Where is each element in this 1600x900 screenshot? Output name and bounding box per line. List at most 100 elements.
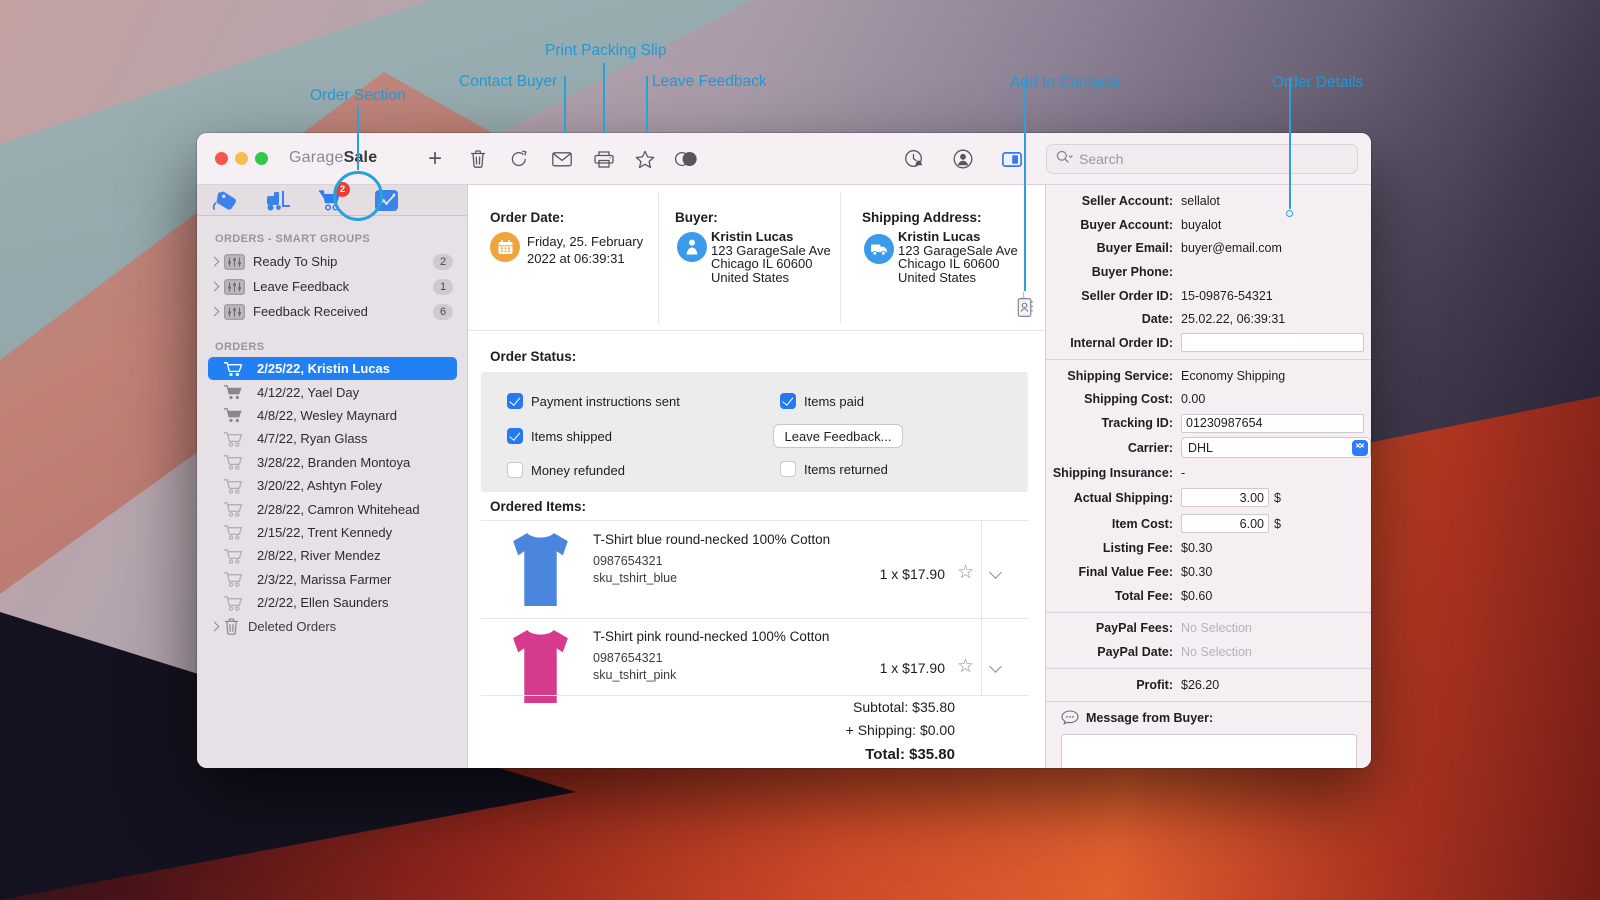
checkbox-checked-icon[interactable]: [507, 428, 523, 444]
item-id: 0987654321: [593, 651, 663, 665]
leave-feedback-button[interactable]: Leave Feedback...: [773, 424, 903, 448]
disclosure-chevron-icon[interactable]: [210, 257, 220, 267]
speech-bubble-icon: [1061, 710, 1079, 725]
order-totals: Subtotal: $35.80 + Shipping: $0.00 Total…: [846, 699, 955, 763]
profit-value: $26.20: [1181, 678, 1219, 692]
paypal-fees-value: No Selection: [1181, 621, 1252, 635]
checkbox-items-paid[interactable]: Items paid: [780, 393, 864, 409]
minimize-window-button[interactable]: [235, 152, 248, 165]
annotation-print-packing-slip: Print Packing Slip: [545, 42, 666, 60]
divider: [481, 695, 1028, 696]
actual-shipping-input[interactable]: [1181, 488, 1269, 507]
down-arrow-icon: ↓: [1020, 287, 1027, 302]
carrier-select[interactable]: DHL: [1181, 437, 1371, 458]
expand-chevron-icon[interactable]: [989, 566, 1002, 579]
shipping-address: Kristin Lucas 123 GarageSale Ave Chicago…: [898, 230, 1018, 284]
toggle-flags-icon[interactable]: [671, 146, 701, 172]
tracking-id-input[interactable]: [1181, 414, 1364, 433]
sidebar-item-deleted-orders[interactable]: Deleted Orders: [197, 614, 467, 638]
tab-listings[interactable]: [197, 189, 251, 212]
checkbox-money-refunded[interactable]: Money refunded: [507, 462, 625, 478]
app-title: GarageSale: [289, 149, 377, 167]
ordered-item-row[interactable]: T-Shirt pink round-necked 100% Cotton 09…: [468, 618, 1028, 695]
detail-row: Item Cost:$: [1046, 511, 1371, 537]
favorite-star-icon[interactable]: ☆: [957, 564, 974, 582]
order-list-item[interactable]: 3/28/22, Branden Montoya: [197, 451, 467, 474]
detail-row: Buyer Phone:: [1046, 260, 1371, 284]
divider: [468, 330, 1045, 331]
checkbox-checked-icon[interactable]: [507, 393, 523, 409]
order-list-item[interactable]: 2/28/22, Camron Whitehead: [197, 497, 467, 520]
item-qty-price: 1 x $17.90: [880, 660, 945, 676]
refresh-icon[interactable]: [504, 146, 534, 172]
order-date-value: 25.02.22, 06:39:31: [1181, 312, 1285, 326]
message-from-buyer-textarea[interactable]: [1061, 734, 1357, 768]
order-list-item[interactable]: 4/8/22, Wesley Maynard: [197, 404, 467, 427]
add-button[interactable]: +: [420, 146, 450, 172]
annotation-leave-feedback: Leave Feedback: [652, 73, 767, 91]
sidebar-item-leave-feedback[interactable]: Leave Feedback 1: [197, 274, 467, 299]
toggle-sidebar-icon[interactable]: [997, 146, 1027, 172]
sidebar-item-ready-to-ship[interactable]: Ready To Ship 2: [197, 249, 467, 274]
internal-order-id-input[interactable]: [1181, 333, 1364, 352]
detail-row: Carrier: DHL: [1046, 435, 1371, 461]
checkbox-unchecked-icon[interactable]: [507, 462, 523, 478]
disclosure-chevron-icon[interactable]: [210, 282, 220, 292]
order-list-item[interactable]: 4/12/22, Yael Day: [197, 380, 467, 403]
cart-icon: [223, 571, 244, 587]
buyer-address: Kristin Lucas 123 GarageSale Ave Chicago…: [711, 230, 831, 284]
final-value-fee-value: $0.30: [1181, 565, 1212, 579]
checkbox-items-shipped[interactable]: Items shipped: [507, 428, 612, 444]
detail-row: Shipping Cost:0.00: [1046, 388, 1371, 412]
ordered-item-row[interactable]: T-Shirt blue round-necked 100% Cotton 09…: [468, 520, 1028, 618]
order-list-item[interactable]: 2/25/22, Kristin Lucas: [197, 357, 467, 380]
buyer-person-icon: [677, 232, 707, 262]
shipping-service-value: Economy Shipping: [1181, 369, 1285, 383]
tab-shipping[interactable]: [251, 189, 305, 212]
cart-full-icon: [223, 407, 244, 423]
order-list-item[interactable]: 2/3/22, Marissa Farmer: [197, 568, 467, 591]
listing-fee-value: $0.30: [1181, 541, 1212, 555]
checkbox-checked-icon[interactable]: [780, 393, 796, 409]
close-window-button[interactable]: [215, 152, 228, 165]
annotation-line: [357, 106, 359, 170]
checkbox-payment-instructions[interactable]: Payment instructions sent: [507, 393, 680, 409]
stepper-icon[interactable]: [1352, 440, 1368, 456]
order-list-item[interactable]: 3/20/22, Ashtyn Foley: [197, 474, 467, 497]
expand-chevron-icon[interactable]: [989, 660, 1002, 673]
leave-feedback-star-icon[interactable]: [630, 146, 660, 172]
order-list-item[interactable]: 2/8/22, River Mendez: [197, 544, 467, 567]
divider: [840, 193, 841, 323]
item-cost-input[interactable]: [1181, 514, 1269, 533]
print-packing-slip-icon[interactable]: [589, 146, 619, 172]
account-person-icon[interactable]: [948, 146, 978, 172]
garagesale-window: GarageSale +: [197, 133, 1371, 768]
disclosure-chevron-icon[interactable]: [210, 621, 220, 631]
notifications-clock-icon[interactable]: [900, 146, 930, 172]
order-detail-pane: Order Date: Friday, 25. February2022 at …: [468, 185, 1045, 768]
zoom-window-button[interactable]: [255, 152, 268, 165]
checkbox-items-returned[interactable]: Items returned: [780, 461, 888, 477]
trash-icon[interactable]: [463, 146, 493, 172]
disclosure-chevron-icon[interactable]: [210, 307, 220, 317]
search-field[interactable]: [1046, 144, 1358, 174]
subtotal: Subtotal: $35.80: [846, 699, 955, 715]
cart-icon: [223, 595, 244, 611]
trash-icon: [224, 618, 239, 635]
search-icon: [1056, 150, 1073, 169]
favorite-star-icon[interactable]: ☆: [957, 658, 974, 676]
detail-row: Tracking ID:: [1046, 411, 1371, 435]
detail-row: Total Fee:$0.60: [1046, 584, 1371, 608]
order-list-item[interactable]: 2/2/22, Ellen Saunders: [197, 591, 467, 614]
paypal-date-value: No Selection: [1181, 645, 1252, 659]
sidebar-item-feedback-received[interactable]: Feedback Received 6: [197, 299, 467, 324]
annotation-add-to-contacts: Add to Contacts: [1010, 74, 1120, 92]
order-list-item[interactable]: 2/15/22, Trent Kennedy: [197, 521, 467, 544]
contact-buyer-email-icon[interactable]: [547, 146, 577, 172]
cart-icon: [223, 501, 244, 517]
order-list-item[interactable]: 4/7/22, Ryan Glass: [197, 427, 467, 450]
divider: [1046, 359, 1371, 360]
search-input[interactable]: [1079, 151, 1348, 167]
checkbox-unchecked-icon[interactable]: [780, 461, 796, 477]
item-qty-price: 1 x $17.90: [880, 566, 945, 582]
